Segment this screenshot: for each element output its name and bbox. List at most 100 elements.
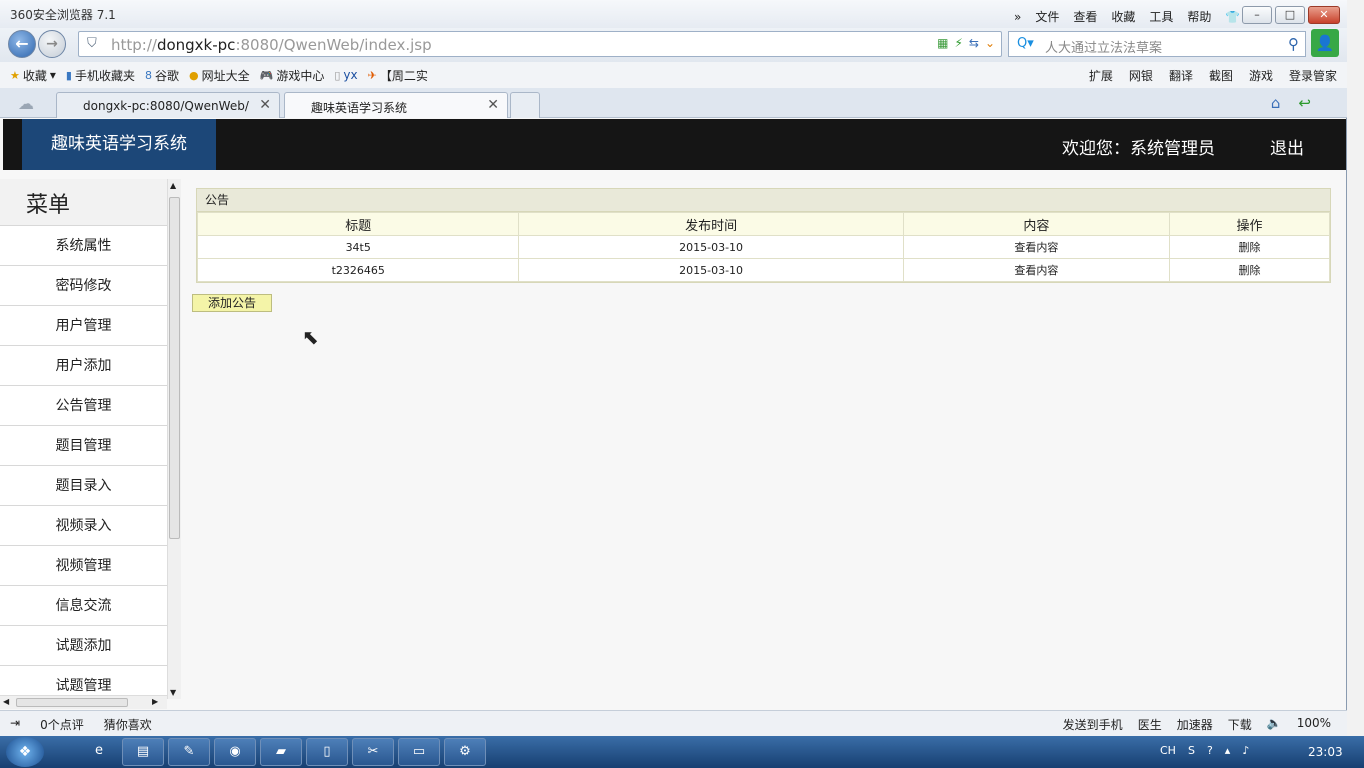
tab-close-icon[interactable]: ✕ — [259, 97, 271, 113]
window-icon[interactable]: ▭ — [398, 738, 440, 766]
menu-item-exchange[interactable]: 信息交流 — [0, 586, 167, 626]
network-icon[interactable]: ▴ — [1225, 744, 1231, 757]
minimize-button[interactable]: – — [1242, 6, 1272, 24]
app-logo[interactable]: 趣味英语学习系统 — [22, 119, 216, 170]
recommend-status[interactable]: 猜你喜欢 — [104, 716, 152, 733]
input-icon[interactable]: S — [1188, 744, 1195, 757]
speaker-icon[interactable]: ♪ — [1242, 744, 1249, 757]
bank-button[interactable]: 网银 — [1129, 67, 1153, 84]
doctor-button[interactable]: 医生 — [1138, 716, 1162, 733]
scroll-right-icon[interactable]: ▶ — [152, 697, 158, 706]
add-notice-button[interactable]: 添加公告 — [192, 294, 272, 312]
book-icon[interactable]: ▰ — [260, 738, 302, 766]
volume-icon[interactable]: 🔈 — [1267, 716, 1282, 733]
menu-file[interactable]: 文件 — [1035, 8, 1059, 25]
translate-button[interactable]: 翻译 — [1169, 67, 1193, 84]
menu-item-system-props[interactable]: 系统属性 — [0, 226, 167, 266]
tab-app[interactable]: 趣味英语学习系统 ✕ — [284, 92, 508, 118]
browser-360-icon[interactable]: ◉ — [214, 738, 256, 766]
skin-icon[interactable]: 👕 — [1225, 10, 1240, 24]
help-icon[interactable]: ? — [1207, 744, 1213, 757]
logout-link[interactable]: 退出 — [1270, 134, 1304, 159]
extensions-button[interactable]: 扩展 — [1089, 67, 1113, 84]
table-row: 34t5 2015-03-10 查看内容 删除 — [196, 235, 1330, 259]
menu-view[interactable]: 查看 — [1073, 8, 1097, 25]
menu-tools[interactable]: 工具 — [1149, 8, 1173, 25]
user-icon[interactable]: 👤 — [1311, 29, 1339, 57]
bookmark-mobile[interactable]: ▮ 手机收藏夹 — [66, 67, 135, 84]
scroll-up-icon[interactable]: ▲ — [170, 181, 176, 190]
menu-help[interactable]: 帮助 — [1187, 8, 1211, 25]
tab-close-icon[interactable]: ✕ — [487, 97, 499, 113]
screenshot-button[interactable]: 截图 — [1209, 67, 1233, 84]
tools-icon[interactable]: ✂ — [352, 738, 394, 766]
menu-item-exam-add[interactable]: 试题添加 — [0, 626, 167, 666]
start-button[interactable]: ❖ — [6, 737, 44, 767]
menu-item-question-entry[interactable]: 题目录入 — [0, 466, 167, 506]
view-content-link[interactable]: 查看内容 — [902, 235, 1171, 259]
menu-item-notice-manage[interactable]: 公告管理 — [0, 386, 167, 426]
bookmark-tuesday[interactable]: ✈ 【周二实 — [368, 67, 428, 84]
dropdown-icon[interactable]: ⌄ — [985, 36, 995, 50]
window-controls: – □ ✕ — [1242, 6, 1340, 24]
forward-button[interactable]: → — [38, 30, 66, 58]
menu-item-question-manage[interactable]: 题目管理 — [0, 426, 167, 466]
accelerator-button[interactable]: 加速器 — [1177, 716, 1213, 733]
title-bar: 360安全浏览器 7.1 » 文件 查看 收藏 工具 帮助 👕 – □ ✕ — [0, 0, 1347, 28]
download-button[interactable]: 下载 — [1228, 716, 1252, 733]
explorer-icon[interactable]: ▤ — [122, 738, 164, 766]
bookmark-google[interactable]: 8 谷歌 — [145, 67, 179, 84]
qr-icon[interactable]: ▦ — [937, 36, 948, 50]
mouse-cursor-icon: ⬉ — [302, 325, 319, 349]
menu-vertical-scrollbar[interactable]: ▲ ▼ — [167, 179, 181, 699]
bookmark-games[interactable]: 🎮 游戏中心 — [260, 67, 325, 84]
bookmark-yx[interactable]: ▯ yx — [334, 68, 357, 82]
search-box[interactable]: Q▾ 人大通过立法法草案 ⚲ — [1008, 31, 1306, 57]
search-engine-icon[interactable]: Q▾ — [1017, 36, 1034, 51]
scroll-thumb[interactable] — [169, 197, 180, 539]
send-to-phone-button[interactable]: 发送到手机 — [1063, 716, 1123, 733]
menu-favorites[interactable]: 收藏 — [1111, 8, 1135, 25]
scroll-down-icon[interactable]: ▼ — [170, 688, 176, 697]
close-button[interactable]: ✕ — [1308, 6, 1340, 24]
bookmark-favorites[interactable]: ★ 收藏 ▾ — [10, 67, 56, 84]
more-icon[interactable]: » — [1014, 10, 1021, 24]
comments-status[interactable]: 0个点评 — [40, 716, 84, 733]
zoom-level[interactable]: 100% — [1297, 716, 1331, 733]
cloud-icon[interactable]: ☁ — [18, 94, 34, 113]
document-icon[interactable]: ▯ — [306, 738, 348, 766]
games-button[interactable]: 游戏 — [1249, 67, 1273, 84]
clock[interactable]: 23:03 — [1308, 745, 1343, 759]
tab-index[interactable]: dongxk-pc:8080/QwenWeb/ ✕ — [56, 92, 280, 118]
maximize-button[interactable]: □ — [1275, 6, 1305, 24]
search-icon[interactable]: ⚲ — [1288, 35, 1299, 53]
sidebar-toggle-icon[interactable]: ⇥ — [10, 716, 20, 733]
delete-link[interactable]: 删除 — [1169, 235, 1330, 259]
menu-horizontal-scrollbar[interactable]: ◀ ▶ — [0, 695, 167, 709]
navigation-bar: ← → ⛉ http://dongxk-pc:8080/QwenWeb/inde… — [0, 28, 1347, 62]
language-indicator[interactable]: CH — [1160, 744, 1176, 757]
menu-item-video-manage[interactable]: 视频管理 — [0, 546, 167, 586]
new-tab-button[interactable] — [510, 92, 540, 118]
address-bar[interactable]: ⛉ http://dongxk-pc:8080/QwenWeb/index.js… — [78, 31, 1002, 57]
delete-link[interactable]: 删除 — [1169, 258, 1330, 282]
menu-item-video-entry[interactable]: 视频录入 — [0, 506, 167, 546]
view-content-link[interactable]: 查看内容 — [902, 258, 1171, 282]
menu-item-password[interactable]: 密码修改 — [0, 266, 167, 306]
undo-icon[interactable]: ↩ — [1298, 94, 1311, 112]
ie-icon[interactable]: e — [78, 738, 120, 766]
menu-item-user-manage[interactable]: 用户管理 — [0, 306, 167, 346]
app-icon[interactable]: ✎ — [168, 738, 210, 766]
scroll-thumb[interactable] — [16, 698, 128, 707]
back-button[interactable]: ← — [8, 30, 36, 58]
eclipse-icon[interactable]: ⚙ — [444, 738, 486, 766]
search-input[interactable]: 人大通过立法法草案 — [1045, 37, 1162, 56]
compat-icon[interactable]: ⇆ — [969, 36, 979, 50]
scroll-left-icon[interactable]: ◀ — [3, 697, 9, 706]
bookmark-sites[interactable]: ● 网址大全 — [189, 67, 250, 84]
menu-item-user-add[interactable]: 用户添加 — [0, 346, 167, 386]
login-manager-button[interactable]: 登录管家 — [1289, 67, 1337, 84]
lightning-icon[interactable]: ⚡ — [954, 36, 962, 50]
home-icon[interactable]: ⌂ — [1271, 94, 1281, 112]
cell-title: 34t5 — [196, 235, 520, 259]
